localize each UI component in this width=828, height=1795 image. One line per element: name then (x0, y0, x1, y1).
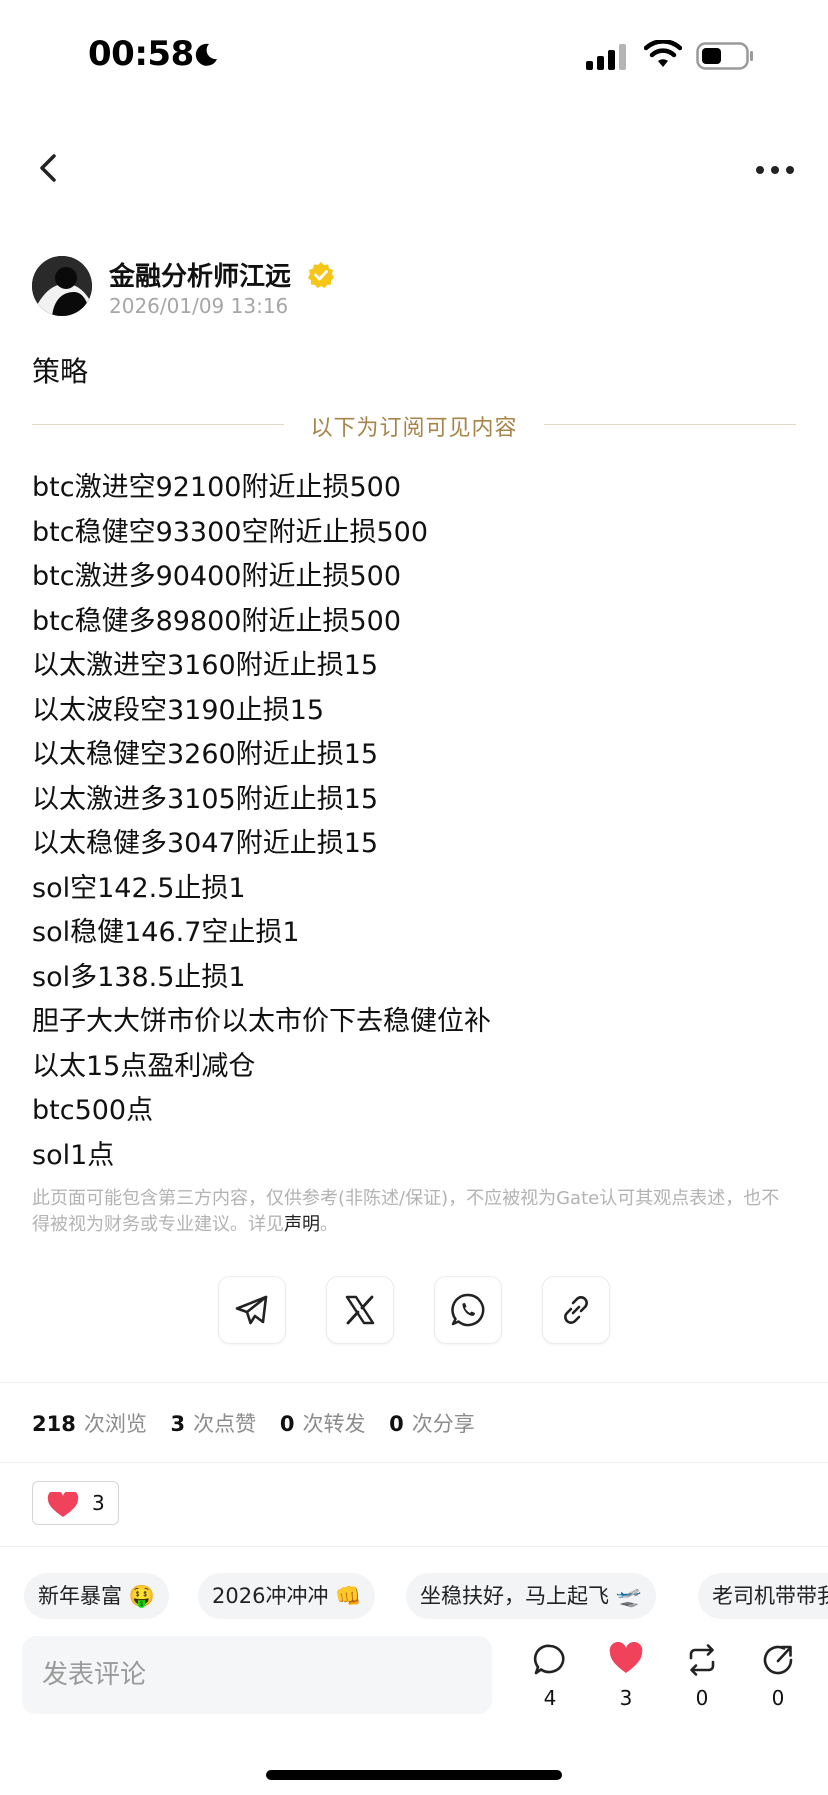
moon-icon (193, 42, 219, 72)
status-time: 00:58 (88, 34, 194, 74)
content-line: 以太波段空3190止损15 (32, 694, 325, 726)
nav-bar (0, 140, 828, 196)
like-button[interactable]: 3 (596, 1642, 656, 1716)
disclaimer-link[interactable]: 声明 (284, 1214, 320, 1235)
content-line: btc激进空92100附近止损500 (32, 472, 401, 503)
shares-count: 0 (389, 1412, 404, 1436)
likes-label: 次点赞 (193, 1412, 257, 1436)
home-indicator[interactable] (266, 1770, 562, 1780)
author-header: 金融分析师江远 2026/01/09 13:16 (32, 256, 792, 320)
heart-icon (609, 1642, 643, 1673)
status-bar: 00:58 (0, 0, 828, 110)
post-title: 策略 (32, 355, 89, 388)
author-name[interactable]: 金融分析师江远 (109, 256, 291, 293)
content-line: 以太稳健多3047附近止损15 (32, 828, 379, 859)
shares-label: 次分享 (411, 1412, 475, 1436)
battery-icon (696, 42, 754, 74)
quick-reply-tag[interactable]: 2026冲冲冲 👊 (198, 1573, 376, 1619)
disclaimer-end: 。 (320, 1214, 338, 1235)
wifi-icon (643, 39, 683, 74)
content-line: 以太激进空3160附近止损15 (32, 650, 379, 681)
likes-count: 3 (170, 1412, 186, 1436)
back-button[interactable] (30, 148, 70, 188)
comment-input[interactable] (22, 1636, 492, 1714)
quick-reply-tag[interactable]: 新年暴富 🤑 (24, 1573, 169, 1619)
content-line: 胆子大大饼市价以太市价下去稳健位补 (32, 1006, 491, 1037)
comment-button[interactable]: 4 (520, 1642, 580, 1716)
heart-icon (47, 1490, 79, 1522)
share-whatsapp-button[interactable] (434, 1276, 502, 1344)
section-divider (0, 1462, 828, 1463)
disclaimer-text: 此页面可能包含第三方内容，仅供参考(非陈述/保证)，不应被视为Gate认可其观点… (32, 1188, 780, 1235)
like-count: 3 (619, 1686, 633, 1710)
subscriber-divider-label: 以下为订阅可见内容 (310, 416, 518, 441)
content-line: sol1点 (32, 1139, 115, 1171)
content-line: 以太15点盈利减仓 (32, 1050, 256, 1082)
content-line: btc稳健多89800附近止损500 (32, 605, 401, 637)
bottom-action-bar: 4 3 0 0 (0, 1636, 828, 1716)
chevron-left-icon (40, 154, 56, 182)
quick-reply-row: 新年暴富 🤑 2026冲冲冲 👊 坐稳扶好，马上起飞 🛫 老司机带带我 (0, 1573, 828, 1619)
share-icon (763, 1645, 793, 1675)
views-count: 218 (32, 1412, 76, 1436)
share-button[interactable]: 0 (748, 1642, 808, 1716)
signal-icon (586, 44, 628, 74)
share-telegram-button[interactable] (218, 1276, 286, 1344)
more-horizontal-icon (756, 166, 794, 174)
reposts-label: 次转发 (302, 1412, 366, 1436)
views-label: 次浏览 (83, 1412, 147, 1436)
content-line: sol稳健146.7空止损1 (32, 917, 300, 948)
share-row (0, 1276, 828, 1344)
more-button[interactable] (750, 150, 800, 190)
share-x-button[interactable] (326, 1276, 394, 1344)
avatar[interactable] (32, 256, 92, 316)
content-line: btc激进多90400附近止损500 (32, 561, 401, 592)
comment-count: 4 (543, 1686, 557, 1710)
share-count: 0 (771, 1686, 785, 1710)
reaction-count: 3 (92, 1491, 105, 1515)
content-line: sol空142.5止损1 (32, 872, 246, 904)
section-divider (0, 1382, 828, 1383)
share-link-button[interactable] (542, 1276, 610, 1344)
subscriber-divider: 以下为订阅可见内容 (32, 408, 796, 442)
whatsapp-icon (451, 1293, 485, 1327)
x-icon (345, 1295, 375, 1325)
reaction-heart-chip[interactable]: 3 (32, 1481, 119, 1525)
repost-count: 0 (695, 1686, 709, 1710)
comment-icon (533, 1644, 565, 1675)
post-content: btc激进空92100附近止损500 btc稳健空93300空附近止损500 b… (32, 466, 802, 1178)
content-line: sol多138.5止损1 (32, 961, 246, 993)
verified-badge-icon (307, 261, 335, 293)
content-line: 以太稳健空3260附近止损15 (32, 739, 379, 770)
link-icon (564, 1296, 588, 1324)
repost-icon (689, 1644, 715, 1676)
section-divider (0, 1546, 828, 1547)
disclaimer: 此页面可能包含第三方内容，仅供参考(非陈述/保证)，不应被视为Gate认可其观点… (32, 1186, 792, 1238)
post-timestamp: 2026/01/09 13:16 (109, 294, 289, 318)
reposts-count: 0 (279, 1412, 295, 1436)
content-line: btc500点 (32, 1095, 154, 1126)
quick-reply-tag[interactable]: 老司机带带我 (698, 1573, 828, 1619)
content-line: btc稳健空93300空附近止损500 (32, 516, 428, 548)
post-stats: 218 次浏览 3 次点赞 0 次转发 0 次分享 (32, 1408, 492, 1438)
divider-line-right (544, 424, 796, 425)
telegram-icon (235, 1295, 268, 1325)
quick-reply-tag[interactable]: 坐稳扶好，马上起飞 🛫 (406, 1573, 656, 1619)
content-line: 以太激进多3105附近止损15 (32, 783, 379, 815)
repost-button[interactable]: 0 (672, 1642, 732, 1716)
